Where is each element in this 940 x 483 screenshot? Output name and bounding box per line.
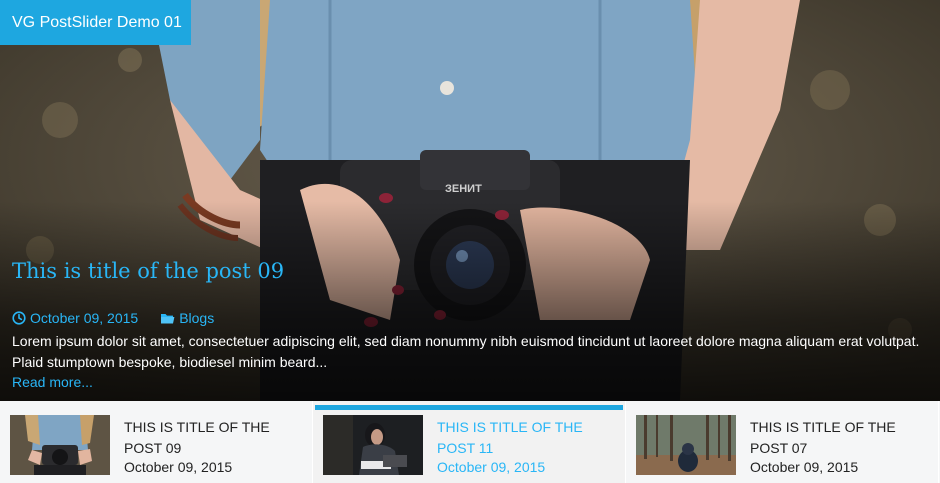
thumbnail-image[interactable]: [323, 415, 423, 475]
active-indicator: [628, 405, 936, 410]
active-indicator: [2, 405, 310, 410]
thumbnail-item[interactable]: This is title of the post 11 October 09,…: [313, 401, 626, 483]
thumbnail-image[interactable]: [10, 415, 110, 475]
slide-caption: This is title of the post 09 October 09,…: [12, 258, 932, 390]
thumbnail-item[interactable]: This is title of the post 07 October 09,…: [626, 401, 939, 483]
post-title[interactable]: This is title of the post 09: [12, 258, 932, 284]
thumbnail-title[interactable]: This is title of the post 11: [437, 417, 612, 459]
thumbnail-date: October 09, 2015: [124, 459, 233, 475]
post-category-text[interactable]: Blogs: [179, 310, 214, 326]
thumbnail-nav: This is title of the post 09 October 09,…: [0, 401, 940, 483]
post-meta: October 09, 2015 Blogs: [12, 310, 214, 326]
thumbnail-title[interactable]: This is title of the post 07: [750, 417, 925, 459]
thumbnail-item[interactable]: This is title of the post 09 October 09,…: [0, 401, 313, 483]
thumbnail-date: October 09, 2015: [437, 459, 546, 475]
thumbnail-title[interactable]: This is title of the post 09: [124, 417, 299, 459]
post-category[interactable]: Blogs: [160, 310, 214, 326]
post-excerpt: Lorem ipsum dolor sit amet, consectetuer…: [12, 333, 920, 370]
slider-title-badge: VG PostSlider Demo 01: [0, 0, 191, 45]
thumbnail-date: October 09, 2015: [750, 459, 859, 475]
folder-icon: [161, 313, 175, 323]
clock-icon: [12, 311, 26, 325]
svg-text:ЗЕНИТ: ЗЕНИТ: [445, 183, 482, 195]
post-date: October 09, 2015: [12, 310, 138, 326]
thumbnail-image[interactable]: [636, 415, 736, 475]
read-more-link[interactable]: Read more...: [12, 373, 93, 391]
post-slider: ЗЕНИТ VG PostSlider Demo 01 This is titl…: [0, 0, 940, 401]
active-indicator: [315, 405, 623, 410]
post-date-text: October 09, 2015: [30, 310, 139, 326]
